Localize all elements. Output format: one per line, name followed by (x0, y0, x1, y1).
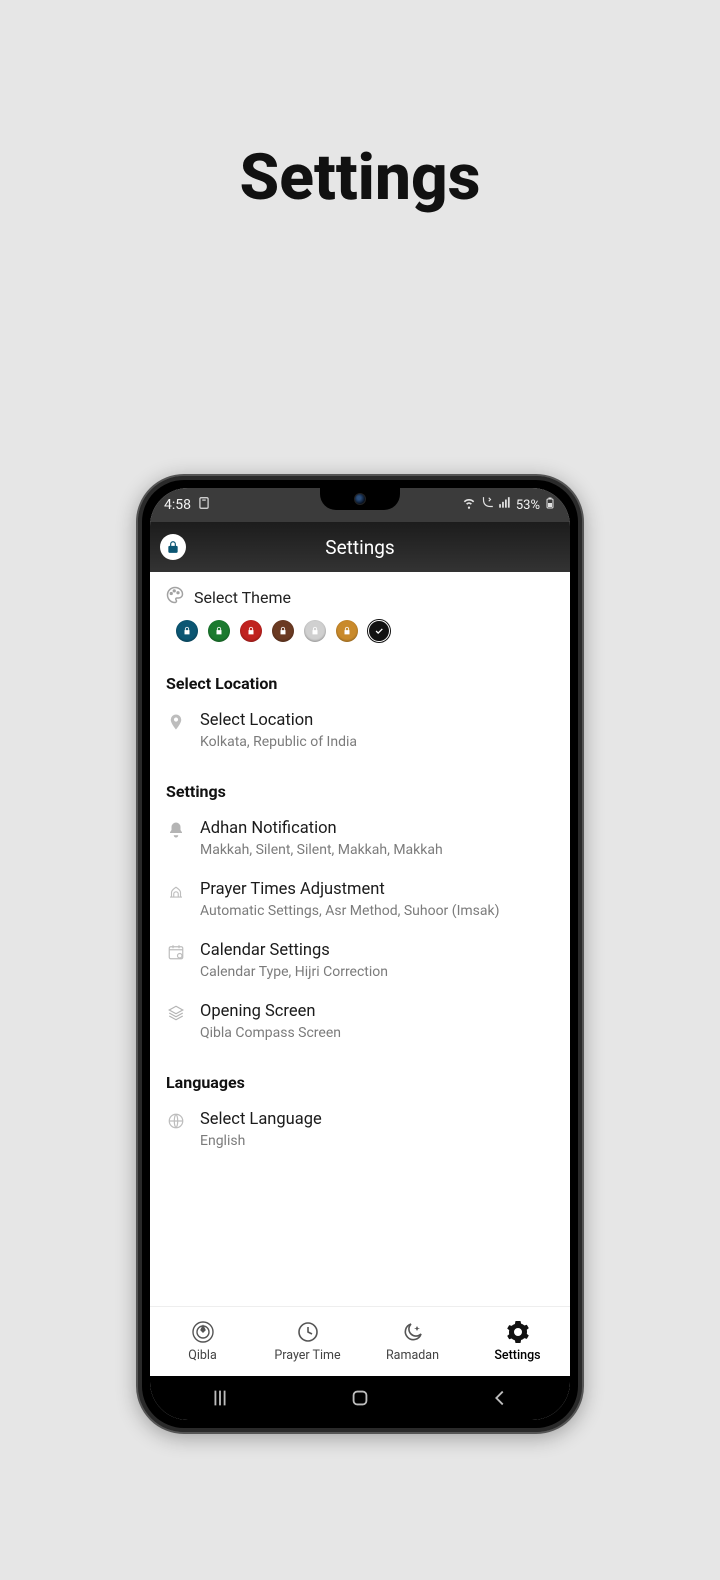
android-nav-bar (150, 1376, 570, 1420)
content[interactable]: Select Theme (150, 572, 570, 1306)
item-title: Select Location (200, 711, 554, 730)
section-heading-location: Select Location (150, 656, 570, 703)
item-sub: English (200, 1133, 554, 1149)
section-heading-settings: Settings (150, 764, 570, 811)
lock-icon (214, 626, 224, 636)
volte-icon (480, 496, 494, 514)
bottom-nav: Qibla Prayer Time Ramadan Settings (150, 1306, 570, 1376)
select-theme-label: Select Theme (194, 588, 291, 607)
theme-swatch-gold[interactable] (336, 620, 358, 642)
lock-icon (310, 626, 320, 636)
theme-swatch-red[interactable] (240, 620, 262, 642)
item-title: Calendar Settings (200, 941, 554, 960)
battery-text: 53% (516, 498, 540, 513)
tab-settings[interactable]: Settings (465, 1307, 570, 1376)
theme-swatch-silver[interactable] (304, 620, 326, 642)
tab-label: Settings (494, 1348, 540, 1363)
check-icon (374, 626, 384, 636)
theme-swatches (150, 614, 570, 656)
prayer-times-item[interactable]: Prayer Times Adjustment Automatic Settin… (150, 872, 570, 933)
location-pin-icon (166, 711, 186, 750)
item-title: Prayer Times Adjustment (200, 880, 554, 899)
adhan-notification-item[interactable]: Adhan Notification Makkah, Silent, Silen… (150, 811, 570, 872)
item-title: Adhan Notification (200, 819, 554, 838)
battery-icon (544, 496, 556, 514)
status-time: 4:58 (164, 497, 191, 513)
screen: 4:58 53% (150, 488, 570, 1420)
theme-swatch-black[interactable] (368, 620, 390, 642)
lock-icon (278, 626, 288, 636)
layers-icon (166, 1002, 186, 1041)
recents-button[interactable] (209, 1387, 231, 1409)
mosque-icon (166, 880, 186, 919)
tab-prayer-time[interactable]: Prayer Time (255, 1307, 360, 1376)
calendar-icon (166, 941, 186, 980)
compass-icon (191, 1320, 215, 1344)
home-button[interactable] (349, 1387, 371, 1409)
notch (320, 488, 400, 510)
theme-swatch-teal[interactable] (176, 620, 198, 642)
lock-icon (246, 626, 256, 636)
status-misc-icon (197, 496, 211, 514)
wifi-icon (462, 496, 476, 514)
theme-swatch-brown[interactable] (272, 620, 294, 642)
theme-swatch-green[interactable] (208, 620, 230, 642)
tab-label: Ramadan (386, 1348, 439, 1363)
bell-icon (166, 819, 186, 858)
select-location-item[interactable]: Select Location Kolkata, Republic of Ind… (150, 703, 570, 764)
item-sub: Calendar Type, Hijri Correction (200, 964, 554, 980)
select-language-item[interactable]: Select Language English (150, 1102, 570, 1163)
item-sub: Automatic Settings, Asr Method, Suhoor (… (200, 903, 554, 919)
lock-icon (182, 626, 192, 636)
calendar-settings-item[interactable]: Calendar Settings Calendar Type, Hijri C… (150, 933, 570, 994)
app-header: Settings (150, 522, 570, 572)
tab-label: Qibla (188, 1348, 217, 1363)
clock-icon (296, 1320, 320, 1344)
item-sub: Makkah, Silent, Silent, Makkah, Makkah (200, 842, 554, 858)
app-header-title: Settings (150, 536, 570, 559)
moon-icon (401, 1320, 425, 1344)
section-heading-languages: Languages (150, 1055, 570, 1102)
item-sub: Kolkata, Republic of India (200, 734, 554, 750)
gear-icon (506, 1320, 530, 1344)
opening-screen-item[interactable]: Opening Screen Qibla Compass Screen (150, 994, 570, 1055)
item-sub: Qibla Compass Screen (200, 1025, 554, 1041)
globe-icon (166, 1110, 186, 1149)
palette-icon (166, 586, 184, 608)
item-title: Select Language (200, 1110, 554, 1129)
select-theme-row: Select Theme (150, 572, 570, 614)
back-button[interactable] (489, 1387, 511, 1409)
item-title: Opening Screen (200, 1002, 554, 1021)
lock-icon (342, 626, 352, 636)
signal-icon (498, 496, 512, 514)
tab-label: Prayer Time (274, 1348, 340, 1363)
phone-frame: 4:58 53% (136, 474, 584, 1434)
tab-qibla[interactable]: Qibla (150, 1307, 255, 1376)
page-title: Settings (0, 140, 720, 215)
tab-ramadan[interactable]: Ramadan (360, 1307, 465, 1376)
